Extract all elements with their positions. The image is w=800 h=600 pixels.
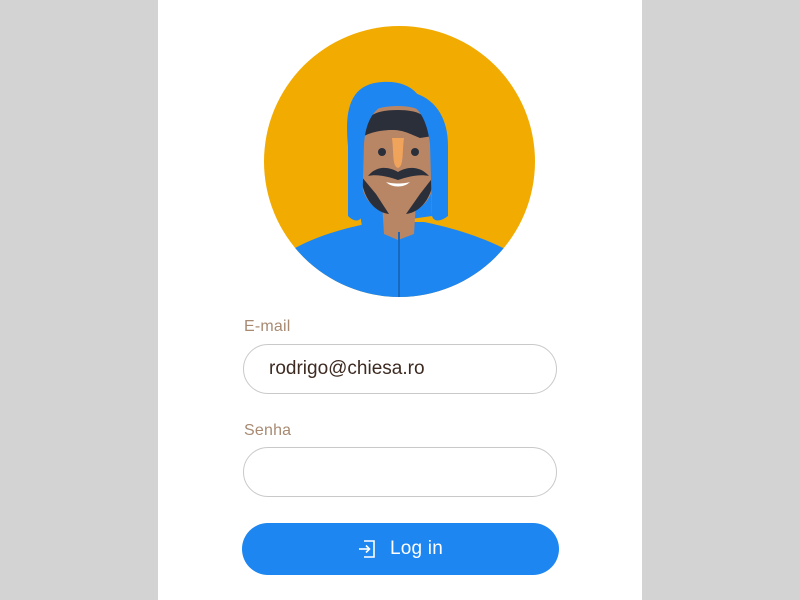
- login-icon: [358, 538, 378, 560]
- email-field[interactable]: rodrigo@chiesa.ro: [243, 344, 557, 394]
- email-label: E-mail: [244, 318, 291, 335]
- password-label: Senha: [244, 422, 292, 439]
- avatar: [264, 26, 535, 297]
- login-button[interactable]: Log in: [242, 523, 559, 575]
- email-value: rodrigo@chiesa.ro: [269, 358, 425, 379]
- login-button-label: Log in: [390, 538, 443, 559]
- avatar-illustration: [264, 26, 535, 297]
- password-field[interactable]: [243, 447, 557, 497]
- login-card: E-mail rodrigo@chiesa.ro Senha Log in: [158, 0, 642, 600]
